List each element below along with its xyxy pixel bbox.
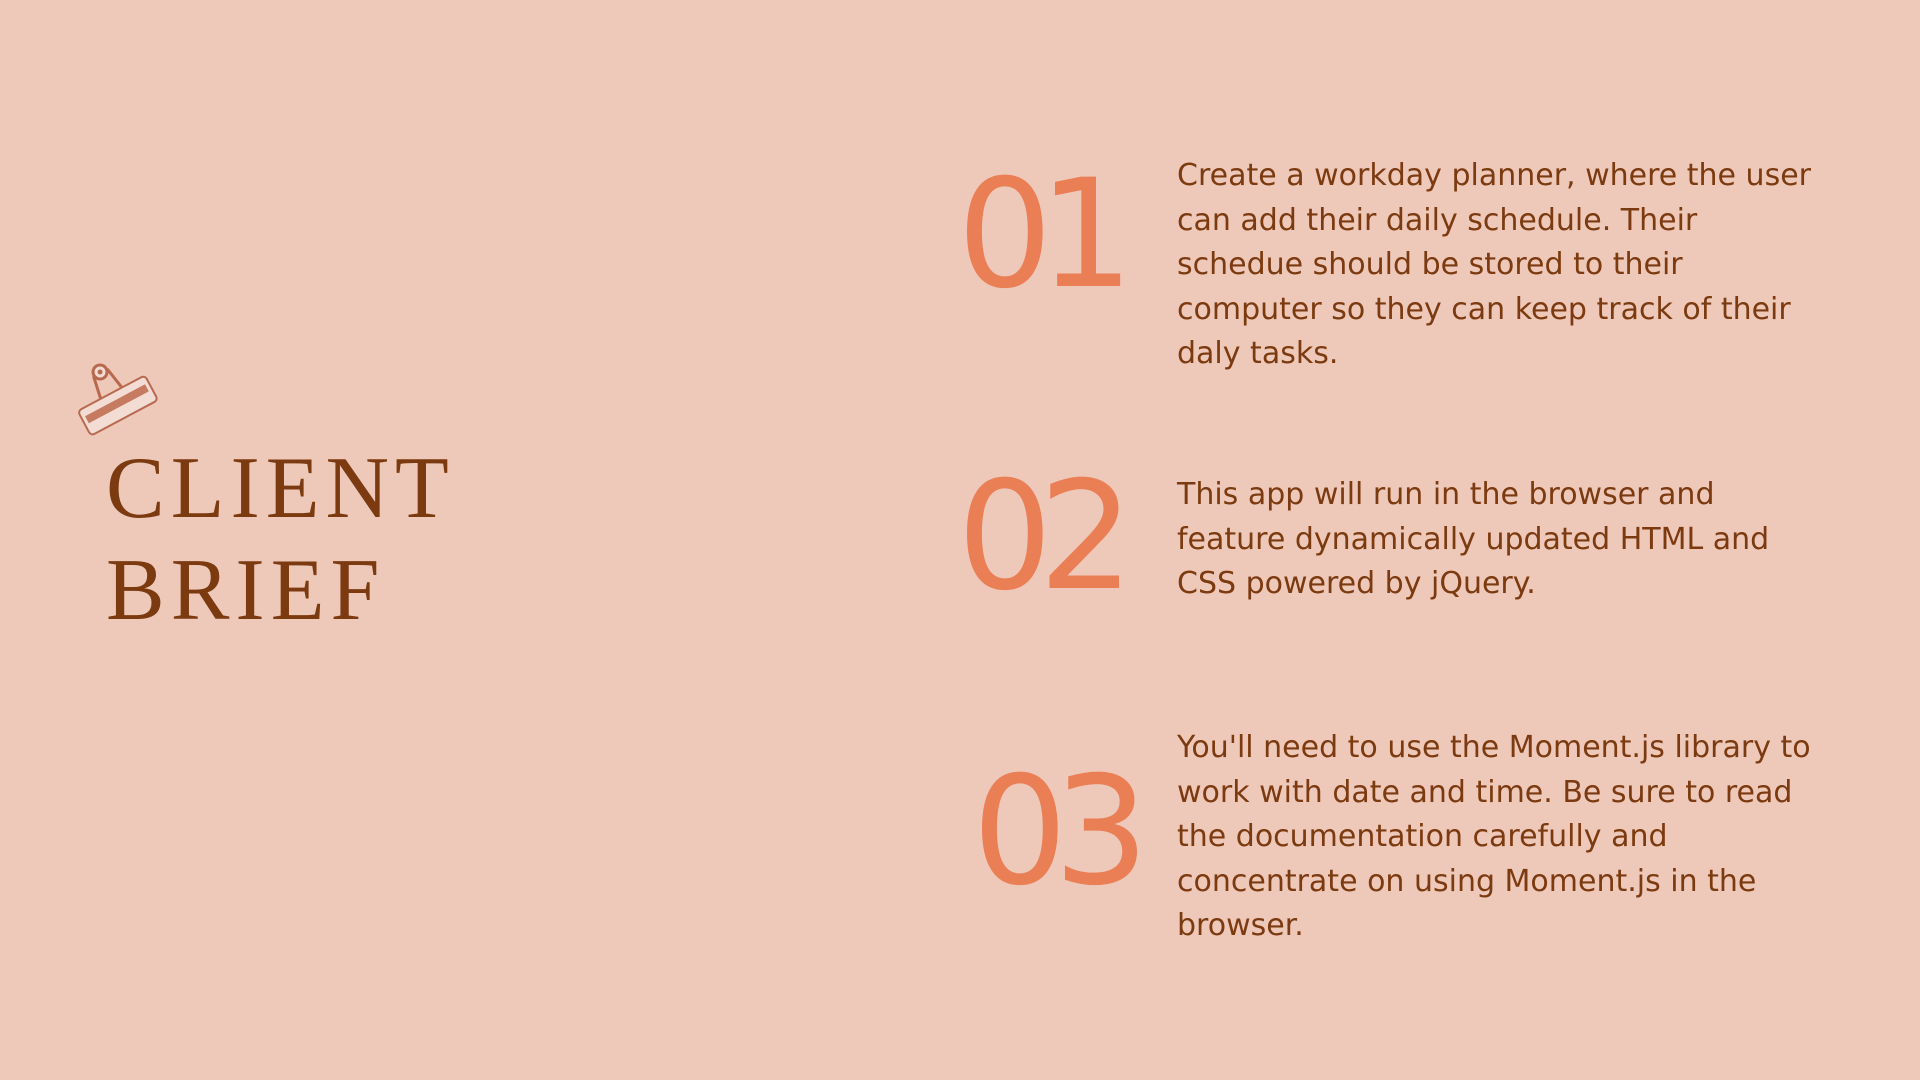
item-number: 01 — [957, 148, 1134, 322]
title-line-2: BRIEF — [106, 542, 386, 639]
item-text: Create a workday planner, where the user… — [1177, 158, 1811, 371]
item-text: You'll need to use the Moment.js library… — [1177, 730, 1811, 943]
item-number: 03 — [972, 745, 1149, 919]
item-number: 02 — [957, 450, 1134, 624]
title-line-1: CLIENT — [106, 440, 455, 537]
item-text: This app will run in the browser and fea… — [1177, 477, 1770, 601]
binder-clip-icon — [78, 363, 158, 436]
slide: CLIENT BRIEF 01 Create a workday planner… — [0, 0, 1920, 1080]
page-title: CLIENT BRIEF — [106, 438, 455, 642]
